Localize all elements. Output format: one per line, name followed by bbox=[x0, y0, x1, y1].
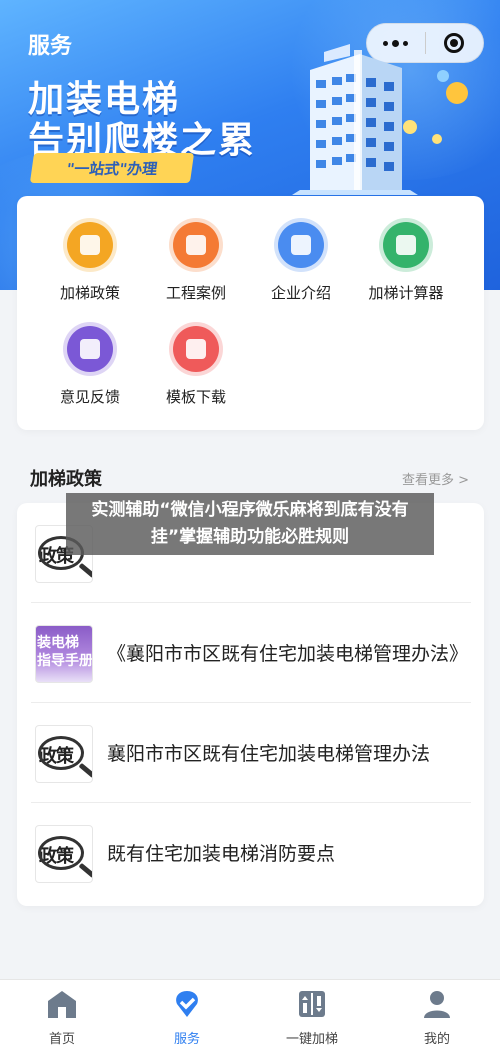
section-title: 加梯政策 bbox=[30, 469, 102, 490]
list-item-title: 既有住宅加装电梯消防要点 bbox=[107, 843, 336, 865]
service-cases[interactable]: 工程案例 bbox=[141, 218, 251, 303]
service-download[interactable]: 模板下载 bbox=[141, 322, 251, 407]
policy-list: 政策 装电梯 指导手册 《襄阳市市区既有住宅加装电梯管理办法》 政策 襄阳市市区… bbox=[17, 503, 484, 906]
tab-elevator[interactable]: 一键加梯 bbox=[262, 988, 362, 1047]
service-label: 加梯计算器 bbox=[368, 284, 444, 302]
tab-label: 我的 bbox=[423, 1032, 450, 1047]
magnifier-handle bbox=[78, 862, 92, 879]
home-icon bbox=[48, 991, 76, 1018]
list-item-title: 《襄阳市市区既有住宅加装电梯管理办法》 bbox=[107, 643, 469, 665]
one-stop-tag: "一站式"办理 bbox=[29, 153, 195, 183]
service-policy[interactable]: 加梯政策 bbox=[35, 218, 145, 303]
guide-thumbnail: 装电梯 指导手册 bbox=[35, 625, 93, 683]
page-title: 服务 bbox=[28, 34, 73, 59]
bottom-tab-bar: 首页 服务 一键加梯 我的 bbox=[0, 979, 500, 1049]
download-icon bbox=[169, 322, 223, 376]
thumbnail-text: 指导手册 bbox=[37, 653, 93, 669]
list-item[interactable]: 装电梯 指导手册 《襄阳市市区既有住宅加装电梯管理办法》 bbox=[31, 603, 471, 703]
feedback-icon bbox=[63, 322, 117, 376]
calculator-icon bbox=[379, 218, 433, 272]
building-illustration-icon bbox=[292, 44, 418, 195]
decor-dot bbox=[437, 70, 449, 82]
service-company[interactable]: 企业介绍 bbox=[246, 218, 356, 303]
decor-dot bbox=[446, 82, 468, 104]
service-label: 加梯政策 bbox=[59, 284, 120, 302]
tab-service[interactable]: 服务 bbox=[137, 988, 237, 1047]
case-icon bbox=[169, 218, 223, 272]
magnifier-icon bbox=[38, 836, 84, 870]
tab-label: 服务 bbox=[173, 1032, 200, 1047]
tab-home[interactable]: 首页 bbox=[12, 988, 112, 1047]
service-feedback[interactable]: 意见反馈 bbox=[35, 322, 145, 407]
policy-icon bbox=[63, 218, 117, 272]
service-icon bbox=[176, 991, 198, 1017]
service-label: 意见反馈 bbox=[59, 388, 120, 406]
magnifier-icon bbox=[38, 736, 84, 770]
policy-thumbnail: 政策 bbox=[35, 825, 93, 883]
service-label: 工程案例 bbox=[165, 284, 226, 302]
service-label: 企业介绍 bbox=[270, 284, 331, 302]
view-more-link[interactable]: 查看更多 > bbox=[402, 469, 469, 488]
elevator-icon bbox=[299, 991, 325, 1017]
policy-thumbnail: 政策 bbox=[35, 725, 93, 783]
company-icon bbox=[274, 218, 328, 272]
user-icon bbox=[424, 991, 450, 1018]
thumbnail-text: 装电梯 bbox=[37, 635, 79, 651]
list-item[interactable]: 政策 既有住宅加装电梯消防要点 bbox=[31, 803, 471, 903]
services-card: 加梯政策 工程案例 企业介绍 加梯计算器 意见反馈 模板下载 bbox=[17, 196, 484, 430]
decor-dot bbox=[432, 134, 442, 144]
decor-dot bbox=[403, 120, 417, 134]
service-calculator[interactable]: 加梯计算器 bbox=[351, 218, 461, 303]
magnifier-handle bbox=[78, 562, 92, 579]
overlay-banner-text: 实测辅助“微信小程序微乐麻将到底有没有挂”掌握辅助功能必胜规则 bbox=[66, 493, 434, 555]
tab-mine[interactable]: 我的 bbox=[387, 988, 487, 1047]
magnifier-handle bbox=[78, 762, 92, 779]
tab-label: 首页 bbox=[48, 1032, 75, 1047]
list-item[interactable]: 政策 襄阳市市区既有住宅加装电梯管理办法 bbox=[31, 703, 471, 803]
service-label: 模板下载 bbox=[165, 388, 226, 406]
tab-label: 一键加梯 bbox=[285, 1032, 338, 1047]
list-item-title: 襄阳市市区既有住宅加装电梯管理办法 bbox=[107, 743, 431, 765]
close-target-icon[interactable] bbox=[425, 24, 483, 62]
